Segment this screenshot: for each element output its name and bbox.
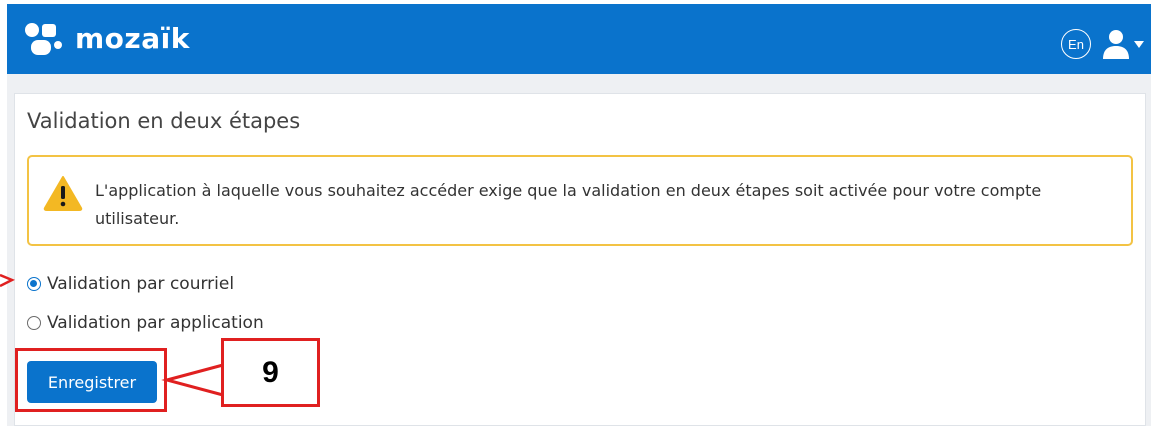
annotation-step-number: 9 <box>221 338 320 407</box>
annotation-pointer <box>0 273 225 397</box>
